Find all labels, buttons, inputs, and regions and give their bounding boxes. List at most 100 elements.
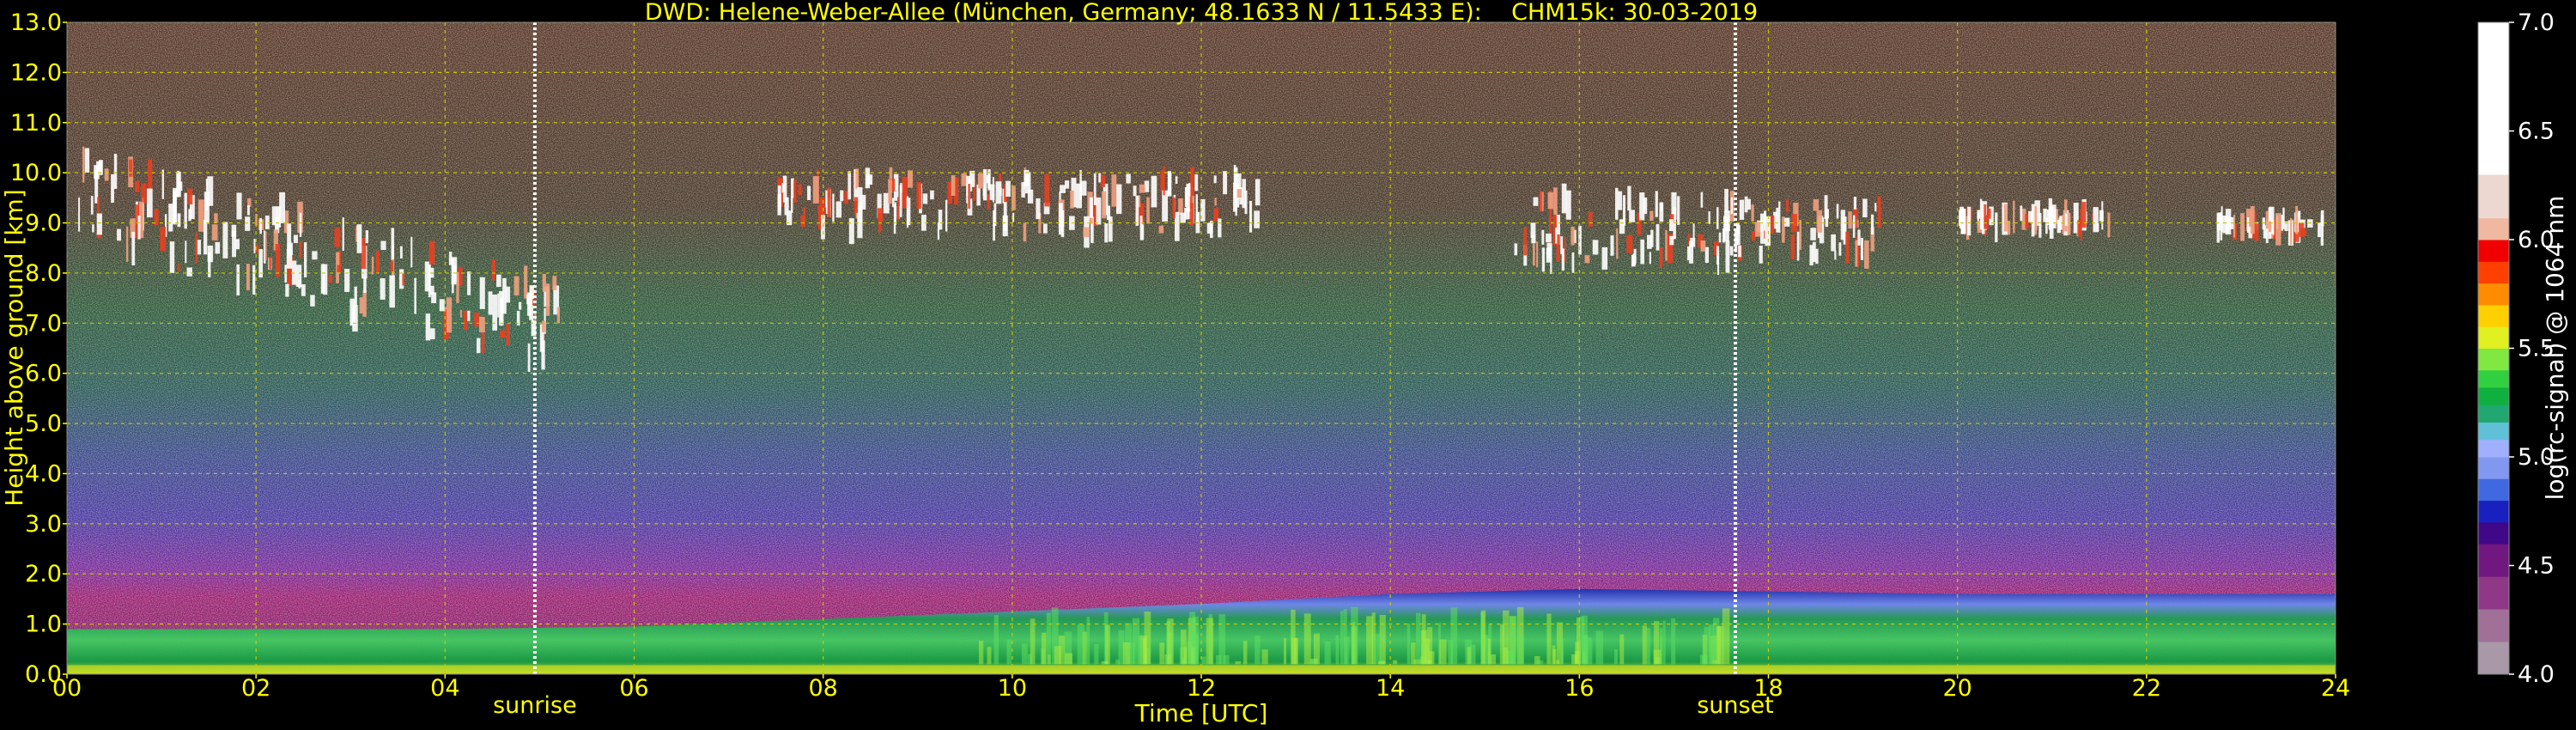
cloud-streak [2028, 210, 2033, 222]
cloud-streak [104, 168, 109, 181]
cloud-streak [391, 228, 395, 260]
cloud-streak [82, 146, 85, 183]
cloud-streak [1870, 214, 1874, 235]
cloud-streak [375, 251, 380, 274]
cloud-streak [1561, 183, 1567, 214]
cloud-streak [1977, 210, 1981, 219]
cloud-streak [1218, 218, 1222, 238]
cloud-streak [1184, 186, 1188, 208]
cloud-streak [1163, 166, 1165, 196]
cloud-streak [1815, 248, 1819, 265]
cloud-streak [246, 205, 250, 216]
cloud-streak [188, 209, 191, 222]
cloud-streak [479, 277, 485, 309]
colorbar-segment [2478, 326, 2509, 349]
cloud-streak [2107, 212, 2111, 238]
cloud-streak [271, 206, 278, 226]
cloud-streak [334, 228, 341, 247]
cloud-streak [410, 236, 413, 268]
x-tick-label: 06 [619, 675, 648, 702]
cloud-streak [1716, 207, 1719, 229]
cloud-streak [1530, 222, 1536, 238]
cloud-streak [234, 239, 240, 250]
convective-plume [1662, 620, 1666, 665]
x-tick-label: 24 [2321, 675, 2350, 702]
x-tick-label: 08 [808, 675, 837, 702]
cloud-streak [1812, 241, 1816, 263]
cloud-streak [1151, 175, 1157, 208]
cloud-streak [1995, 212, 1998, 243]
cloud-streak [113, 154, 118, 189]
cloud-streak [1724, 188, 1728, 213]
cloud-streak [169, 241, 175, 273]
cloud-streak [556, 307, 561, 324]
cloud-streak [1076, 183, 1082, 209]
cloud-streak [474, 312, 480, 327]
cloud-streak [2013, 200, 2015, 234]
convective-plume [1195, 636, 1199, 665]
cloud-streak [356, 224, 362, 253]
y-axis-label: Height above ground [km] [0, 189, 28, 507]
cloud-streak [253, 239, 256, 253]
cloud-streak [342, 217, 344, 251]
colorbar-segment [2478, 457, 2509, 479]
cloud-streak [1692, 223, 1695, 239]
convective-plume [1556, 660, 1560, 665]
cloud-streak [1172, 197, 1176, 215]
convective-plume [1716, 626, 1722, 665]
cloud-streak [2265, 210, 2269, 229]
cloud-streak [1194, 174, 1199, 192]
cloud-streak [1541, 229, 1545, 245]
cloud-streak [320, 264, 325, 294]
cloud-streak [1724, 210, 1730, 232]
cloud-streak [1024, 172, 1031, 194]
convective-plume [1303, 613, 1311, 665]
cloud-streak [1089, 197, 1093, 218]
cloud-streak [527, 343, 531, 373]
cloud-streak [491, 259, 495, 281]
convective-plume [1046, 612, 1051, 665]
cloud-streak [476, 338, 481, 354]
cloud-streak [840, 190, 844, 202]
cloud-streak [310, 295, 315, 307]
colorbar-segment [2478, 439, 2509, 458]
cloud-streak [1810, 228, 1816, 240]
cloud-streak [390, 260, 394, 272]
cloud-streak [1967, 206, 1971, 236]
cloud-streak [148, 159, 153, 192]
cloud-streak [1126, 173, 1131, 184]
cloud-streak [552, 276, 557, 290]
cloud-streak [429, 328, 435, 340]
cloud-streak [848, 171, 852, 200]
cloud-streak [541, 340, 545, 370]
y-tick-label: 11.0 [10, 110, 62, 137]
cloud-streak [1115, 184, 1122, 215]
cloud-streak [295, 265, 302, 288]
cloud-streak [906, 198, 911, 226]
convective-plume [1283, 637, 1287, 665]
convective-plume [1335, 635, 1340, 665]
cloud-streak [178, 263, 180, 271]
cloud-streak [844, 190, 848, 204]
cloud-streak [402, 273, 405, 286]
y-tick-label: 12.0 [10, 59, 62, 86]
convective-plume [1159, 642, 1165, 665]
cloud-streak [1523, 227, 1528, 256]
x-tick-label: 02 [241, 675, 270, 702]
y-tick-label: 5.0 [25, 411, 62, 437]
cloud-streak [467, 271, 471, 295]
cloud-streak [1064, 180, 1070, 189]
cloud-streak [1058, 203, 1063, 235]
cloud-streak [930, 190, 934, 200]
cloud-streak [135, 180, 140, 192]
colorbar-tick-label: 4.0 [2518, 661, 2555, 688]
cloud-streak [542, 320, 546, 332]
cloud-streak [446, 297, 453, 333]
cloud-streak [1244, 190, 1248, 215]
convective-plume [1502, 610, 1510, 665]
cloud-streak [1615, 187, 1619, 220]
event-label-sunrise: sunrise [493, 692, 577, 719]
convective-plume [1654, 621, 1660, 665]
cloud-streak [500, 330, 506, 338]
convective-plume [1480, 610, 1486, 665]
